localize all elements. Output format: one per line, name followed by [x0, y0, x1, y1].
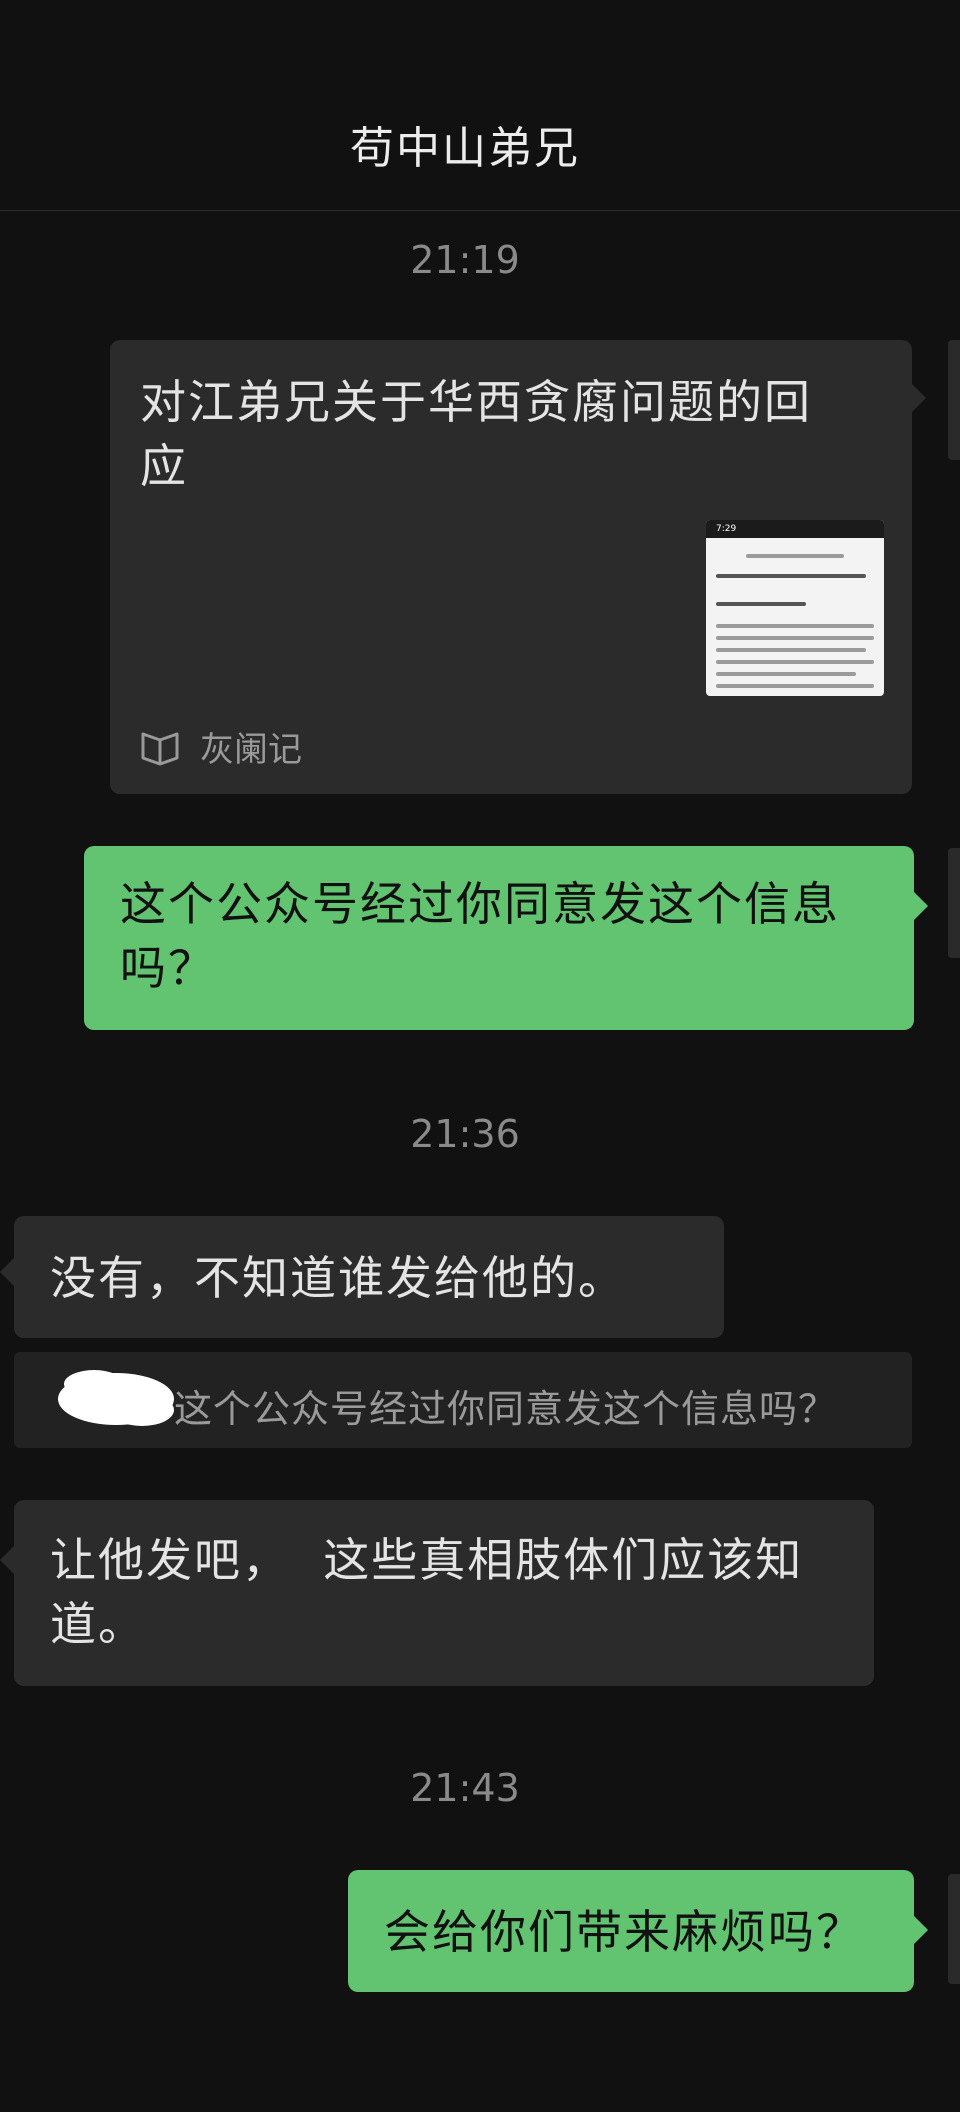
- redacted-name: [58, 1370, 174, 1426]
- timestamp: 21:43: [410, 1766, 520, 1810]
- bubble-tail: [0, 1546, 14, 1574]
- message-bubble-outgoing[interactable]: 这个公众号经过你同意发这个信息 吗？: [84, 846, 914, 1030]
- message-text: 会给你们带来麻烦吗？: [384, 1905, 864, 1959]
- message-line1: 这个公众号经过你同意发这个信息: [120, 877, 840, 931]
- book-icon: [140, 726, 180, 766]
- message-bubble-incoming[interactable]: 没有，不知道谁发给他的。: [14, 1216, 724, 1338]
- thumbnail-status-time: 7:29: [706, 520, 884, 538]
- message-bubble-outgoing[interactable]: 会给你们带来麻烦吗？: [348, 1870, 914, 1992]
- bubble-tail: [914, 1916, 928, 1944]
- chat-title[interactable]: 苟中山弟兄: [0, 112, 930, 176]
- bubble-tail: [912, 384, 926, 412]
- message-line2: 道。: [50, 1597, 146, 1651]
- chat-header: 苟中山弟兄: [0, 0, 960, 211]
- message-line2: 吗？: [120, 941, 216, 995]
- quoted-message[interactable]: 这个公众号经过你同意发这个信息吗？: [14, 1352, 912, 1448]
- bubble-tail: [0, 1258, 14, 1286]
- avatar[interactable]: [948, 848, 960, 958]
- message-line1: 让他发吧， 这些真相肢体们应该知: [50, 1533, 804, 1587]
- message-text: 没有，不知道谁发给他的。: [50, 1251, 626, 1305]
- avatar[interactable]: [948, 1874, 960, 1984]
- article-source: 灰阑记: [200, 730, 302, 770]
- bubble-tail: [914, 892, 928, 920]
- timestamp: 21:36: [410, 1112, 520, 1156]
- timestamp: 21:19: [410, 238, 520, 282]
- article-title-line1: 对江弟兄关于华西贪腐问题的回: [140, 375, 812, 429]
- article-title-line2: 应: [140, 439, 188, 493]
- message-bubble-incoming[interactable]: 让他发吧， 这些真相肢体们应该知 道。: [14, 1500, 874, 1686]
- article-thumbnail: 7:29: [706, 520, 884, 696]
- quoted-message-text: 这个公众号经过你同意发这个信息吗？: [174, 1387, 838, 1431]
- avatar[interactable]: [948, 340, 960, 460]
